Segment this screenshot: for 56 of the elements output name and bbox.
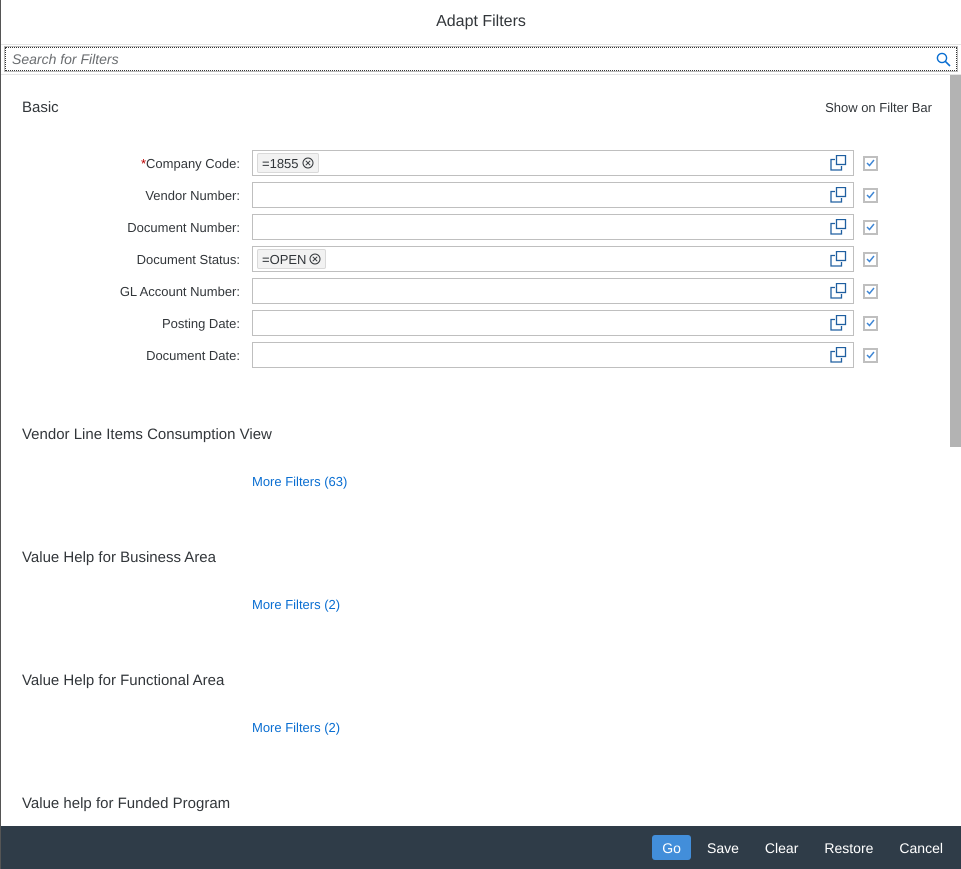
value-help-icon[interactable]	[830, 155, 847, 171]
scrollbar-thumb[interactable]	[950, 75, 961, 447]
checkbox[interactable]	[863, 284, 878, 298]
search-icon	[936, 52, 951, 67]
check-icon	[866, 351, 875, 359]
section-title: Value help for Funded Program	[22, 795, 232, 812]
search-field[interactable]: Search for Filters	[5, 47, 957, 71]
input-field[interactable]	[252, 342, 854, 368]
input-field[interactable]	[252, 310, 854, 336]
token[interactable]: =OPEN	[257, 249, 326, 269]
field-label: Document Number:	[126, 220, 241, 234]
value-help-icon[interactable]	[830, 315, 847, 331]
checkbox[interactable]	[863, 252, 878, 266]
value-help-icon[interactable]	[830, 347, 847, 363]
value-help-icon[interactable]	[830, 219, 847, 235]
value-help-icon[interactable]	[830, 187, 847, 203]
footer-button[interactable]: Clear	[754, 835, 808, 860]
input-field[interactable]: =OPEN	[252, 246, 854, 272]
checkbox[interactable]	[863, 316, 878, 330]
section-title: Value Help for Business Area	[22, 549, 217, 566]
field-label: *Company Code:	[140, 156, 241, 170]
remove-icon[interactable]	[302, 157, 314, 169]
field-label: GL Account Number:	[118, 284, 241, 298]
input-field[interactable]	[252, 182, 854, 208]
field-label: Document Status:	[136, 252, 241, 266]
more-filters-link[interactable]: More Filters (63)	[252, 474, 348, 489]
checkbox[interactable]	[863, 220, 878, 234]
check-icon	[866, 191, 875, 199]
footer-button[interactable]: Cancel	[889, 835, 953, 860]
checkbox[interactable]	[863, 156, 878, 170]
section-title: Vendor Line Items Consumption View	[22, 426, 273, 443]
section-title: Basic	[22, 99, 59, 116]
more-filters-link[interactable]: More Filters (2)	[252, 597, 340, 612]
input-field[interactable]	[252, 214, 854, 240]
section-title: Value Help for Functional Area	[22, 672, 226, 689]
check-icon	[866, 255, 875, 263]
field-label: Vendor Number:	[144, 188, 241, 202]
checkbox[interactable]	[863, 188, 878, 202]
checkbox[interactable]	[863, 348, 878, 362]
dialog-title: Adapt Filters	[1, 0, 961, 45]
field-label: Posting Date:	[160, 316, 241, 330]
check-icon	[866, 287, 875, 295]
value-help-icon[interactable]	[830, 283, 847, 299]
check-icon	[866, 319, 875, 327]
column-header: Show on Filter Bar	[825, 100, 932, 115]
field-label: Document Date:	[145, 348, 241, 362]
footer-button[interactable]: Restore	[814, 835, 884, 860]
remove-icon[interactable]	[309, 253, 322, 265]
check-icon	[866, 159, 875, 167]
check-icon	[866, 223, 875, 231]
input-field[interactable]	[252, 278, 854, 304]
footer-button[interactable]: Save	[696, 835, 749, 860]
input-field[interactable]: =1855	[252, 150, 854, 176]
value-help-icon[interactable]	[830, 251, 847, 267]
token[interactable]: =1855	[257, 153, 319, 173]
more-filters-link[interactable]: More Filters (2)	[252, 720, 340, 735]
